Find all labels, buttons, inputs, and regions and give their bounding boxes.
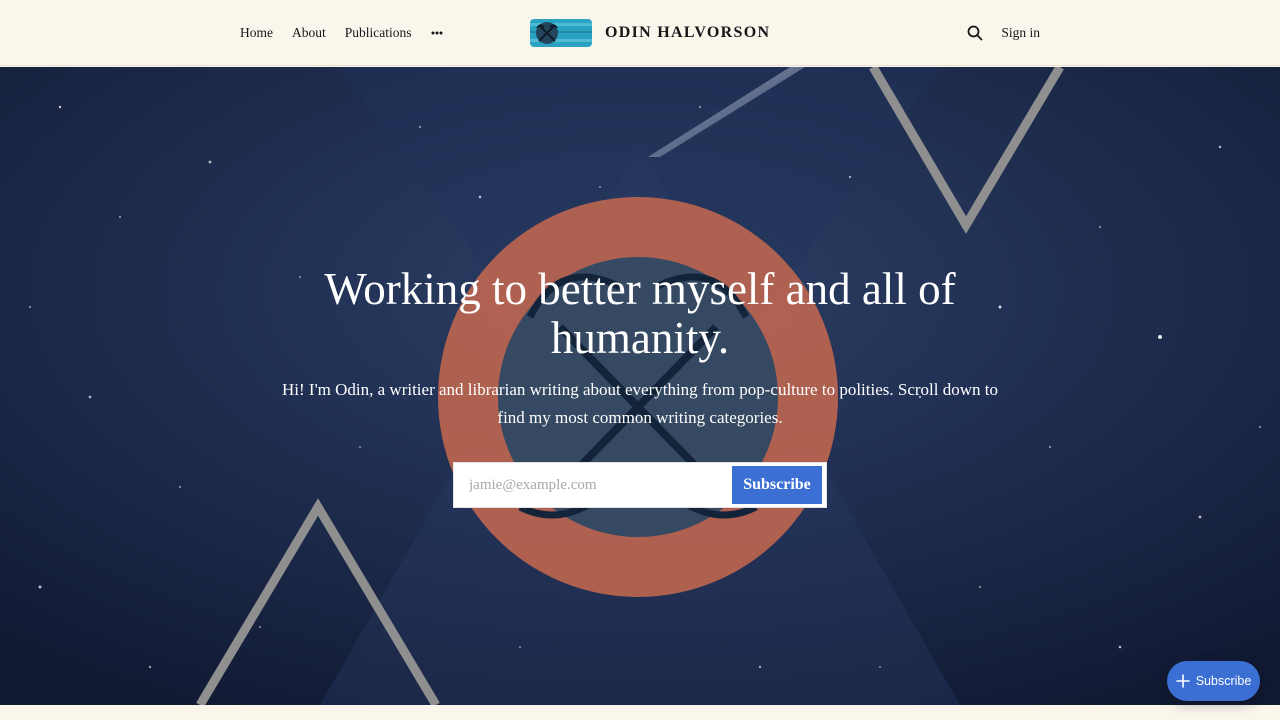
crossed-feathers-logo bbox=[530, 19, 592, 47]
portal-subscribe-button[interactable]: Subscribe bbox=[1167, 661, 1260, 701]
plus-icon bbox=[1175, 674, 1190, 688]
email-input[interactable] bbox=[458, 467, 732, 503]
site-header: Home About Publications ODIN HALVORSON S… bbox=[0, 0, 1280, 66]
hero-content: Working to better myself and all of huma… bbox=[0, 265, 1280, 508]
search-icon[interactable] bbox=[967, 25, 983, 41]
hero-description: Hi! I'm Odin, a writier and librarian wr… bbox=[282, 380, 998, 427]
site-brand[interactable]: ODIN HALVORSON bbox=[530, 19, 770, 47]
nav-publications[interactable]: Publications bbox=[345, 25, 412, 41]
secondary-nav: Sign in bbox=[967, 0, 1040, 66]
hero-title: Working to better myself and all of huma… bbox=[324, 264, 956, 363]
subscribe-button[interactable]: Subscribe bbox=[732, 466, 822, 504]
subscribe-form: Subscribe bbox=[453, 462, 827, 508]
hero-section: Working to better myself and all of huma… bbox=[0, 67, 1280, 705]
brand-name: ODIN HALVORSON bbox=[605, 24, 771, 41]
nav-home[interactable]: Home bbox=[240, 25, 273, 41]
primary-nav: Home About Publications bbox=[240, 0, 443, 66]
signin-link[interactable]: Sign in bbox=[1001, 25, 1040, 41]
nav-about[interactable]: About bbox=[292, 25, 326, 41]
portal-label: Subscribe bbox=[1195, 674, 1252, 688]
more-horizontal-icon[interactable] bbox=[431, 23, 443, 43]
content-strip bbox=[0, 705, 1280, 720]
